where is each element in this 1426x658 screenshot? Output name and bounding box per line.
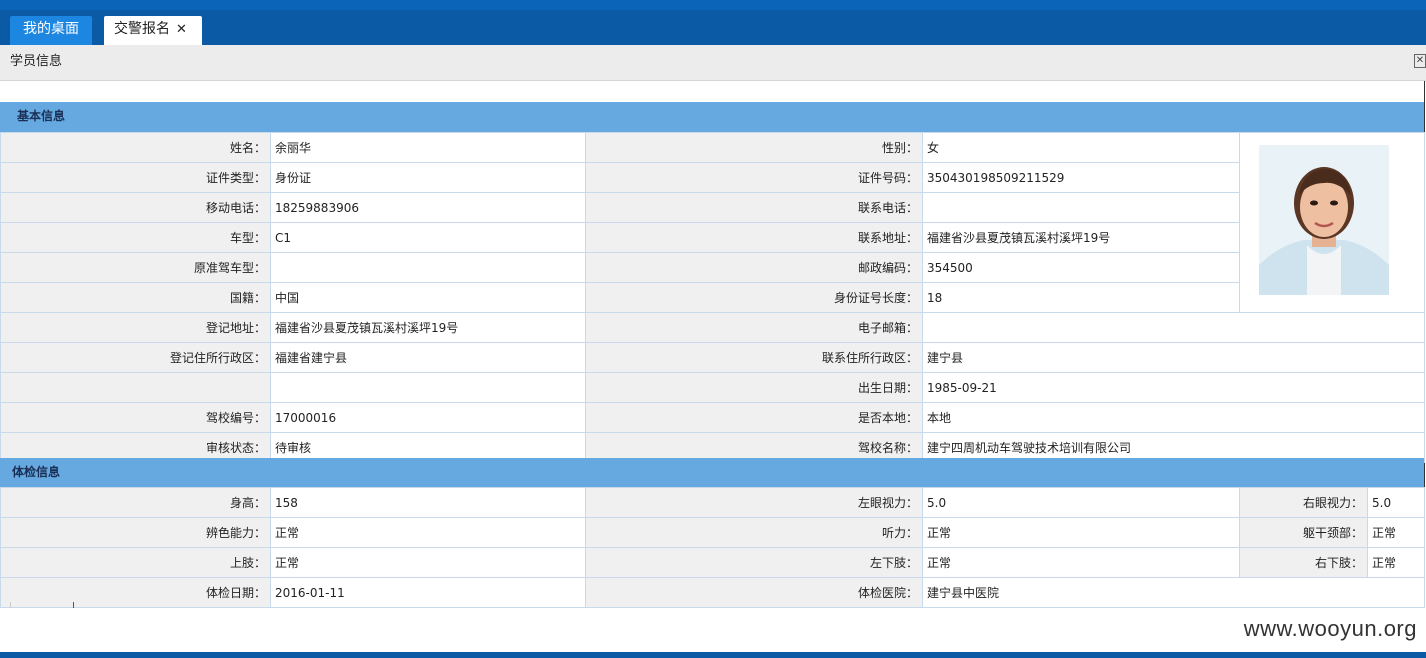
field-label: 联系电话： bbox=[585, 192, 923, 223]
scroll-stub bbox=[10, 602, 74, 608]
top-stripe bbox=[0, 0, 1426, 10]
field-value: 5.0 bbox=[922, 487, 1240, 518]
tab-my-desktop[interactable]: 我的桌面 bbox=[10, 16, 92, 45]
field-label: 右下肢： bbox=[1239, 547, 1368, 578]
field-label: 右眼视力： bbox=[1239, 487, 1368, 518]
field-value: 中国 bbox=[270, 282, 586, 313]
table-row: 证件类型： 身份证 证件号码： 350430198509211529 bbox=[0, 162, 1425, 193]
field-value: 17000016 bbox=[270, 402, 586, 433]
field-label: 电子邮箱： bbox=[585, 312, 923, 343]
field-value bbox=[922, 192, 1240, 223]
field-value: 建宁县中医院 bbox=[922, 577, 1425, 608]
field-value: 18 bbox=[922, 282, 1240, 313]
panel-header: 学员信息 ✕ bbox=[0, 45, 1426, 81]
field-label: 身份证号长度： bbox=[585, 282, 923, 313]
field-value: 正常 bbox=[270, 547, 586, 578]
table-row: 出生日期： 1985-09-21 bbox=[0, 372, 1425, 403]
table-row: 国籍： 中国 身份证号长度： 18 bbox=[0, 282, 1425, 313]
field-label: 移动电话： bbox=[0, 192, 271, 223]
student-photo bbox=[1259, 145, 1389, 295]
field-value: 正常 bbox=[922, 547, 1240, 578]
watermark: www.wooyun.org bbox=[1243, 616, 1417, 641]
field-value: 正常 bbox=[1367, 517, 1425, 548]
tab-label: 交警报名 bbox=[114, 21, 170, 37]
field-label: 登记地址： bbox=[0, 312, 271, 343]
table-row: 移动电话： 18259883906 联系电话： bbox=[0, 192, 1425, 223]
field-value bbox=[270, 372, 586, 403]
field-label: 左下肢： bbox=[585, 547, 923, 578]
field-label: 左眼视力： bbox=[585, 487, 923, 518]
field-value: 158 bbox=[270, 487, 586, 518]
section-title: 基本信息 bbox=[17, 109, 66, 123]
field-value bbox=[270, 252, 586, 283]
field-label: 登记住所行政区： bbox=[0, 342, 271, 373]
field-value: 5.0 bbox=[1367, 487, 1425, 518]
field-label: 驾校编号： bbox=[0, 402, 271, 433]
field-label: 证件类型： bbox=[0, 162, 271, 193]
table-row: 车型： C1 联系地址： 福建省沙县夏茂镇瓦溪村溪坪19号 bbox=[0, 222, 1425, 253]
field-label: 性别： bbox=[585, 132, 923, 163]
field-value: 正常 bbox=[270, 517, 586, 548]
field-value: 福建省沙县夏茂镇瓦溪村溪坪19号 bbox=[270, 312, 586, 343]
field-label: 国籍： bbox=[0, 282, 271, 313]
field-label: 联系住所行政区： bbox=[585, 342, 923, 373]
field-label: 听力： bbox=[585, 517, 923, 548]
table-row: 上肢： 正常 左下肢： 正常 右下肢： 正常 bbox=[0, 547, 1425, 578]
field-value: 身份证 bbox=[270, 162, 586, 193]
table-row: 驾校编号： 17000016 是否本地： 本地 bbox=[0, 402, 1425, 433]
photo-cell bbox=[1239, 132, 1425, 313]
tab-traffic-registration[interactable]: 交警报名 ✕ bbox=[104, 16, 202, 45]
table-row: 体检日期： 2016-01-11 体检医院： 建宁县中医院 bbox=[0, 577, 1425, 608]
field-label: 是否本地： bbox=[585, 402, 923, 433]
field-label: 体检医院： bbox=[585, 577, 923, 608]
field-label: 躯干颈部： bbox=[1239, 517, 1368, 548]
section-title: 体检信息 bbox=[12, 465, 61, 479]
field-label: 出生日期： bbox=[585, 372, 923, 403]
table-row: 身高： 158 左眼视力： 5.0 右眼视力： 5.0 bbox=[0, 487, 1425, 518]
field-value bbox=[922, 312, 1425, 343]
physical-exam-table: 身高： 158 左眼视力： 5.0 右眼视力： 5.0 辨色能力： 正常 听力： 正常 躯干颈部：正… bbox=[0, 487, 1425, 608]
table-row: 原准驾车型： 邮政编码： 354500 bbox=[0, 252, 1425, 283]
panel-title: 学员信息 bbox=[10, 54, 63, 69]
field-value: 350430198509211529 bbox=[922, 162, 1240, 193]
field-label: 原准驾车型： bbox=[0, 252, 271, 283]
field-value: 正常 bbox=[922, 517, 1240, 548]
field-label: 证件号码： bbox=[585, 162, 923, 193]
table-row: 登记住所行政区： 福建省建宁县 联系住所行政区： 建宁县 bbox=[0, 342, 1425, 373]
field-label: 身高： bbox=[0, 487, 271, 518]
field-value: 2016-01-11 bbox=[270, 577, 586, 608]
field-value: 余丽华 bbox=[270, 132, 586, 163]
section-basic-info: 基本信息 bbox=[0, 102, 1424, 132]
table-row: 姓名： 余丽华 性别：女 bbox=[0, 132, 1425, 313]
tab-label: 我的桌面 bbox=[23, 21, 79, 37]
table-row: 辨色能力： 正常 听力： 正常 躯干颈部： 正常 bbox=[0, 517, 1425, 548]
field-value: C1 bbox=[270, 222, 586, 253]
close-icon[interactable]: ✕ bbox=[176, 22, 187, 37]
field-label bbox=[0, 372, 271, 403]
field-value: 建宁县 bbox=[922, 342, 1425, 373]
field-value: 福建省沙县夏茂镇瓦溪村溪坪19号 bbox=[922, 222, 1240, 253]
field-label: 车型： bbox=[0, 222, 271, 253]
field-label: 上肢： bbox=[0, 547, 271, 578]
panel-close-icon[interactable]: ✕ bbox=[1414, 54, 1426, 68]
field-label: 联系地址： bbox=[585, 222, 923, 253]
section-physical-exam: 体检信息 bbox=[0, 458, 1424, 487]
bottom-bar bbox=[0, 652, 1426, 658]
field-value: 1985-09-21 bbox=[922, 372, 1425, 403]
field-value: 18259883906 bbox=[270, 192, 586, 223]
table-row: 登记地址： 福建省沙县夏茂镇瓦溪村溪坪19号 电子邮箱： bbox=[0, 312, 1425, 343]
field-value: 354500 bbox=[922, 252, 1240, 283]
field-value: 正常 bbox=[1367, 547, 1425, 578]
field-label: 辨色能力： bbox=[0, 517, 271, 548]
field-value: 福建省建宁县 bbox=[270, 342, 586, 373]
top-tab-bar: 我的桌面 交警报名 ✕ bbox=[0, 0, 1426, 45]
field-label: 邮政编码： bbox=[585, 252, 923, 283]
basic-info-table: 姓名： 余丽华 性别：女证件类型： 身份证 证件号码： 35043019850921152… bbox=[0, 132, 1425, 463]
field-value: 女 bbox=[922, 132, 1240, 163]
field-value: 本地 bbox=[922, 402, 1425, 433]
field-label: 姓名： bbox=[0, 132, 271, 163]
